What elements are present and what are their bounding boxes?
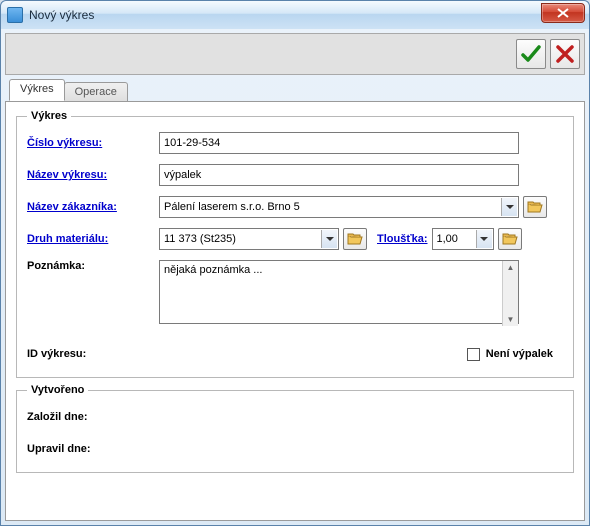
- label-thickness: Tloušťka:: [377, 233, 428, 245]
- combo-thickness-value: 1,00: [437, 233, 458, 245]
- confirm-button[interactable]: [516, 39, 546, 69]
- combo-material[interactable]: 11 373 (St235): [159, 228, 339, 250]
- label-note: Poznámka:: [27, 260, 159, 272]
- label-id: ID výkresu:: [27, 348, 159, 360]
- checkbox-not-burnout[interactable]: Není výpalek: [467, 348, 553, 361]
- browse-thickness-button[interactable]: [498, 228, 522, 250]
- tabstrip: Výkres Operace: [5, 79, 585, 101]
- check-icon: [520, 43, 542, 65]
- browse-customer-button[interactable]: [523, 196, 547, 218]
- group-drawing-legend: Výkres: [27, 110, 71, 122]
- tab-drawing[interactable]: Výkres: [9, 79, 65, 101]
- textarea-note[interactable]: [159, 260, 519, 324]
- scroll-up-icon: ▲: [507, 263, 515, 272]
- scroll-down-icon: ▼: [507, 315, 515, 324]
- textarea-scrollbar[interactable]: ▲ ▼: [502, 261, 518, 326]
- client-area: Výkres Operace Výkres Číslo výkresu: Náz…: [1, 29, 589, 525]
- app-icon: [7, 7, 23, 23]
- label-customer: Název zákazníka:: [27, 201, 159, 213]
- label-modified-by: Upravil dne:: [27, 443, 159, 455]
- app-window: Nový výkres Výkres Operace: [0, 0, 590, 526]
- label-created-by: Založil dne:: [27, 411, 159, 423]
- close-icon: [557, 8, 569, 18]
- cancel-button[interactable]: [550, 39, 580, 69]
- folder-open-icon: [527, 200, 543, 214]
- folder-open-icon: [502, 232, 518, 246]
- combo-material-value: 11 373 (St235): [164, 233, 236, 245]
- combo-customer[interactable]: Pálení laserem s.r.o. Brno 5: [159, 196, 519, 218]
- chevron-down-icon: [476, 230, 492, 248]
- label-material: Druh materiálu:: [27, 233, 159, 245]
- tab-operations[interactable]: Operace: [64, 82, 128, 102]
- chevron-down-icon: [501, 198, 517, 216]
- input-drawing-name[interactable]: [159, 164, 519, 186]
- group-created-legend: Vytvořeno: [27, 384, 88, 396]
- label-drawing-name: Název výkresu:: [27, 169, 159, 181]
- group-drawing: Výkres Číslo výkresu: Název výkresu: Náz…: [16, 110, 574, 378]
- combo-customer-value: Pálení laserem s.r.o. Brno 5: [164, 201, 300, 213]
- folder-open-icon: [347, 232, 363, 246]
- browse-material-button[interactable]: [343, 228, 367, 250]
- chevron-down-icon: [321, 230, 337, 248]
- label-drawing-number: Číslo výkresu:: [27, 137, 159, 149]
- toolbar: [5, 33, 585, 75]
- input-drawing-number[interactable]: [159, 132, 519, 154]
- checkbox-box-icon: [467, 348, 480, 361]
- cross-icon: [555, 44, 575, 64]
- titlebar: Nový výkres: [1, 1, 589, 29]
- combo-thickness[interactable]: 1,00: [432, 228, 494, 250]
- window-close-button[interactable]: [541, 3, 585, 23]
- group-created: Vytvořeno Založil dne: Upravil dne:: [16, 384, 574, 473]
- tab-page-drawing: Výkres Číslo výkresu: Název výkresu: Náz…: [5, 101, 585, 521]
- checkbox-not-burnout-label: Není výpalek: [486, 348, 553, 360]
- window-title: Nový výkres: [29, 8, 94, 22]
